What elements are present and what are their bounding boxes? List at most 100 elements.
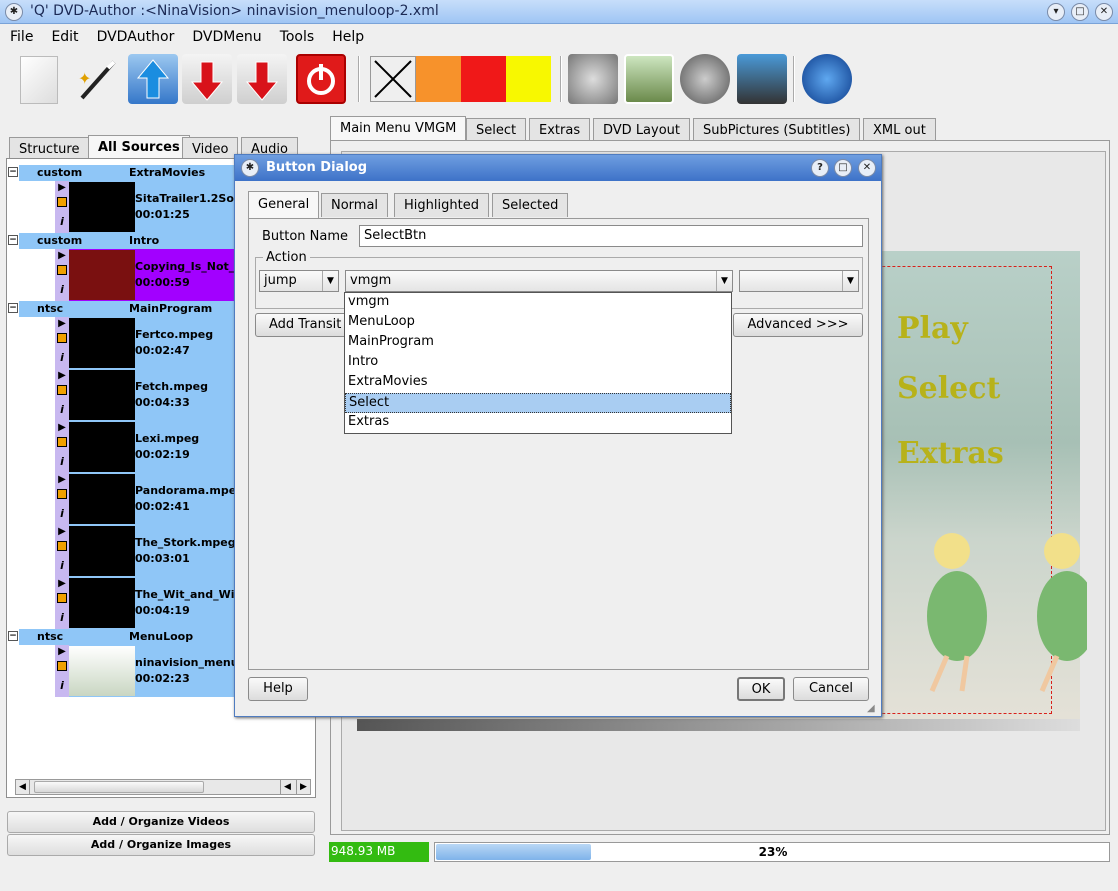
info-icon[interactable]: i <box>55 559 69 572</box>
swatch-red[interactable] <box>461 56 506 102</box>
dialog-tab-highlighted[interactable]: Highlighted <box>394 193 489 217</box>
help-question-icon[interactable]: ? <box>811 159 829 177</box>
dialog-menu-icon[interactable]: ✱ <box>241 159 259 177</box>
chevron-down-icon[interactable]: ▼ <box>322 271 338 291</box>
info-icon[interactable]: i <box>55 283 69 296</box>
stop-icon[interactable] <box>57 333 67 343</box>
add-transition-button[interactable]: Add Transit <box>255 313 355 337</box>
menu-dvdauthor[interactable]: DVDAuthor <box>87 25 183 45</box>
maximize-icon[interactable]: □ <box>1071 3 1089 21</box>
play-icon[interactable]: ▶ <box>55 645 69 658</box>
menu-help[interactable]: Help <box>322 25 372 45</box>
dialog-tab-general[interactable]: General <box>248 191 320 219</box>
advanced-button[interactable]: Advanced >>> <box>733 313 863 337</box>
scroll-right-icon[interactable]: ▶ <box>296 780 310 794</box>
tab-xml-out[interactable]: XML out <box>863 118 936 142</box>
scrollbar-thumb[interactable] <box>34 781 204 793</box>
help-button[interactable]: Help <box>248 677 308 701</box>
dropdown-option[interactable]: MenuLoop <box>345 313 731 333</box>
dropdown-option[interactable]: Extras <box>345 413 731 433</box>
swatch-none-icon[interactable] <box>370 56 416 102</box>
dvd-film-icon[interactable] <box>568 54 618 104</box>
dialog-tab-normal[interactable]: Normal <box>321 193 389 217</box>
stop-icon[interactable] <box>57 197 67 207</box>
add-organize-images-button[interactable]: Add / Organize Images <box>7 834 315 856</box>
chevron-down-icon[interactable]: ▼ <box>842 271 858 291</box>
info-icon[interactable]: i <box>55 455 69 468</box>
stop-icon[interactable] <box>57 661 67 671</box>
menu-edit[interactable]: Edit <box>41 25 86 45</box>
image-icon[interactable] <box>624 54 674 104</box>
dialog-tab-selected[interactable]: Selected <box>492 193 569 217</box>
scroll-left2-icon[interactable]: ◀ <box>280 780 294 794</box>
play-icon[interactable]: ▶ <box>55 317 69 330</box>
info-icon[interactable]: i <box>55 679 69 692</box>
app-menu-icon[interactable]: ✱ <box>5 3 23 21</box>
collapse-icon[interactable]: − <box>8 303 18 313</box>
horizontal-scrollbar[interactable]: ◀ ◀ ▶ <box>15 779 311 795</box>
resize-grip-icon[interactable]: ◢ <box>867 703 875 714</box>
new-file-icon[interactable] <box>20 56 58 104</box>
scroll-left-icon[interactable]: ◀ <box>16 780 30 794</box>
dialog-maximize-icon[interactable]: □ <box>834 159 852 177</box>
wizard-icon[interactable]: ✦ <box>72 54 122 104</box>
power-icon[interactable] <box>296 54 346 104</box>
play-icon[interactable]: ▶ <box>55 369 69 382</box>
info-icon[interactable]: i <box>55 403 69 416</box>
menu-label-select[interactable]: Select <box>897 371 1000 406</box>
action-target-dropdown-list[interactable]: vmgm MenuLoop MainProgram Intro ExtraMovies S… <box>344 292 732 434</box>
action-target-select[interactable]: vmgm ▼ <box>345 270 733 292</box>
camera-icon[interactable] <box>737 54 787 104</box>
tab-subpictures[interactable]: SubPictures (Subtitles) <box>693 118 861 142</box>
menu-label-extras[interactable]: Extras <box>897 436 1004 471</box>
stop-icon[interactable] <box>57 541 67 551</box>
dropdown-option[interactable]: Select <box>345 393 731 413</box>
menu-label-play[interactable]: Play <box>897 311 968 346</box>
dialog-close-icon[interactable]: ✕ <box>858 159 876 177</box>
minimize-icon[interactable]: ▾ <box>1047 3 1065 21</box>
add-organize-videos-button[interactable]: Add / Organize Videos <box>7 811 315 833</box>
import-icon[interactable] <box>128 54 178 104</box>
speaker-icon[interactable] <box>680 54 730 104</box>
menu-file[interactable]: File <box>0 25 41 45</box>
play-icon[interactable]: ▶ <box>55 249 69 262</box>
play-icon[interactable]: ▶ <box>55 473 69 486</box>
swatch-yellow[interactable] <box>506 56 551 102</box>
info-icon[interactable]: i <box>55 215 69 228</box>
dropdown-option[interactable]: vmgm <box>345 293 731 313</box>
stop-icon[interactable] <box>57 593 67 603</box>
info-icon[interactable]: i <box>55 351 69 364</box>
button-name-input[interactable]: SelectBtn <box>359 225 863 247</box>
stop-icon[interactable] <box>57 385 67 395</box>
collapse-icon[interactable]: − <box>8 631 18 641</box>
tab-dvd-layout[interactable]: DVD Layout <box>593 118 691 142</box>
play-icon[interactable]: ▶ <box>55 577 69 590</box>
dropdown-option[interactable]: MainProgram <box>345 333 731 353</box>
tab-select[interactable]: Select <box>466 118 527 142</box>
export-icon[interactable] <box>182 54 232 104</box>
ok-button[interactable]: OK <box>737 677 785 701</box>
play-icon[interactable]: ▶ <box>55 421 69 434</box>
menu-dvdmenu[interactable]: DVDMenu <box>182 25 269 45</box>
menu-tools[interactable]: Tools <box>270 25 323 45</box>
stop-icon[interactable] <box>57 265 67 275</box>
action-extra-select[interactable]: ▼ <box>739 270 859 292</box>
info-icon[interactable]: i <box>55 611 69 624</box>
swatch-orange[interactable] <box>416 56 461 102</box>
stop-icon[interactable] <box>57 437 67 447</box>
cancel-button[interactable]: Cancel <box>793 677 869 701</box>
dropdown-option[interactable]: ExtraMovies <box>345 373 731 393</box>
chevron-down-icon[interactable]: ▼ <box>716 271 732 291</box>
stop-icon[interactable] <box>57 489 67 499</box>
tab-main-menu-vmgm[interactable]: Main Menu VMGM <box>330 116 467 142</box>
info-icon[interactable]: i <box>55 507 69 520</box>
play-icon[interactable]: ▶ <box>55 525 69 538</box>
play-icon[interactable]: ▶ <box>55 181 69 194</box>
close-icon[interactable]: ✕ <box>1095 3 1113 21</box>
dropdown-option[interactable]: Intro <box>345 353 731 373</box>
export-all-icon[interactable] <box>237 54 287 104</box>
action-type-select[interactable]: jump ▼ <box>259 270 339 292</box>
collapse-icon[interactable]: − <box>8 235 18 245</box>
user-profile-icon[interactable] <box>802 54 852 104</box>
collapse-icon[interactable]: − <box>8 167 18 177</box>
